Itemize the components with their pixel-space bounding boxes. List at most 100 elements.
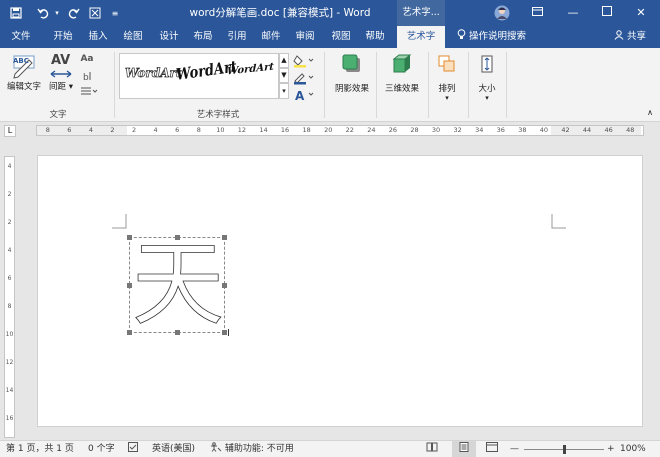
zoom-level[interactable]: 100% [620, 441, 646, 457]
resize-handle[interactable] [222, 330, 227, 335]
avatar[interactable] [492, 0, 512, 26]
vertical-text-icon: b [83, 72, 91, 83]
save-icon[interactable] [6, 0, 26, 26]
vertical-ruler[interactable]: 4 2 2 4 6 8 10 12 14 16 [4, 156, 15, 438]
text-effects-icon: A [295, 89, 314, 103]
ribbon-separator [506, 52, 507, 118]
proofing-icon[interactable] [128, 441, 138, 457]
shadow-effect-button[interactable]: 阴影效果 [330, 52, 374, 94]
svg-text:天: 天 [132, 238, 224, 334]
tab-home[interactable]: 开始 [46, 26, 80, 48]
resize-handle[interactable] [175, 235, 180, 240]
gallery-more-icon[interactable]: ▾ [279, 83, 289, 99]
maximize-icon[interactable] [590, 0, 624, 26]
undo-icon[interactable] [33, 0, 53, 26]
document-page[interactable]: 天 [37, 155, 643, 427]
tab-file[interactable]: 文件 [4, 26, 38, 48]
shape-fill-button[interactable] [293, 54, 315, 71]
zoom-slider-thumb[interactable] [563, 445, 566, 454]
arrange-button[interactable]: 排列 ▾ [432, 52, 462, 102]
ribbon-tabs: 文件 开始 插入 绘图 设计 布局 引用 邮件 审阅 视图 帮助 艺术字 操作说… [0, 26, 660, 48]
wordart-style-outline[interactable]: WordArt [125, 66, 182, 81]
close-icon[interactable]: ✕ [624, 0, 658, 26]
accessibility-status[interactable]: 辅助功能: 不可用 [210, 441, 294, 457]
ruler-margin-left [37, 126, 127, 135]
tab-design[interactable]: 设计 [152, 26, 186, 48]
tab-view[interactable]: 视图 [324, 26, 358, 48]
status-bar: 第 1 页，共 1 页 0 个字 英语(美国) 辅助功能: 不可用 — + 10… [0, 440, 660, 457]
pen-icon [294, 73, 314, 85]
resize-handle[interactable] [175, 330, 180, 335]
text-effects-button[interactable]: A [293, 88, 315, 105]
format-painter-icon[interactable] [86, 0, 104, 26]
tab-mailings[interactable]: 邮件 [254, 26, 288, 48]
align-text-button[interactable] [78, 86, 100, 99]
ruler-area: L 8 6 4 2 2 4 6 8 10 12 14 16 18 20 22 24 26 28 30 32 34 36 38… [0, 122, 660, 140]
ruler-label: 6 [7, 275, 12, 282]
gallery-up-icon[interactable]: ▲ [279, 53, 289, 68]
tab-layout[interactable]: 布局 [186, 26, 220, 48]
size-button[interactable]: 大小 ▾ [472, 52, 502, 102]
ruler-label: 24 [367, 126, 376, 134]
tab-selector-icon[interactable]: L [4, 125, 16, 137]
3d-label: 三维效果 [384, 84, 419, 94]
tab-help[interactable]: 帮助 [358, 26, 392, 48]
ruler-label: 22 [345, 126, 354, 134]
word-count[interactable]: 0 个字 [88, 441, 115, 457]
ribbon-panel: ABC 编辑文字 AV 间距 ▾ Aa b 文字 WordArt WordArt… [0, 48, 660, 122]
spacing-label: 间距 ▾ [49, 82, 73, 92]
vertical-text-button[interactable]: b [78, 70, 96, 85]
web-layout-icon[interactable] [486, 441, 498, 457]
arrange-icon [432, 52, 462, 76]
chevron-down-icon: ▾ [445, 94, 449, 102]
resize-handle[interactable] [127, 330, 132, 335]
resize-handle[interactable] [222, 283, 227, 288]
zoom-out-button[interactable]: — [510, 441, 519, 457]
share-button[interactable]: 共享 [606, 26, 654, 48]
collapse-ribbon-icon[interactable]: ∧ [644, 108, 656, 117]
ruler-label: 32 [453, 126, 462, 134]
horizontal-ruler[interactable]: 8 6 4 2 2 4 6 8 10 12 14 16 18 20 22 24 26 28 30 32 34 36 38 40… [36, 125, 644, 136]
tab-review[interactable]: 审阅 [288, 26, 322, 48]
ruler-label: 16 [5, 415, 14, 422]
spacing-button[interactable]: AV 间距 ▾ [46, 52, 76, 92]
minimize-icon[interactable]: — [556, 0, 590, 26]
redo-icon[interactable] [64, 0, 84, 26]
page-count[interactable]: 第 1 页，共 1 页 [6, 441, 74, 457]
resize-handle[interactable] [127, 235, 132, 240]
resize-handle[interactable] [127, 283, 132, 288]
edit-text-button[interactable]: ABC 编辑文字 [4, 52, 44, 92]
arrange-label: 排列 [432, 82, 462, 94]
tell-me-search[interactable]: 操作说明搜索 [457, 26, 547, 48]
ruler-label: 20 [324, 126, 333, 134]
tab-references[interactable]: 引用 [220, 26, 254, 48]
ruler-label: 2 [7, 219, 12, 226]
ruler-label: 14 [259, 126, 268, 134]
zoom-slider[interactable] [524, 445, 604, 454]
ribbon-separator [376, 52, 377, 118]
tab-draw[interactable]: 绘图 [116, 26, 150, 48]
ruler-label: 8 [196, 126, 201, 134]
3d-effect-button[interactable]: 三维效果 [380, 52, 424, 94]
edit-text-icon: ABC [4, 52, 44, 80]
ribbon-display-icon[interactable] [520, 0, 554, 26]
ruler-label: 4 [7, 247, 12, 254]
tab-insert[interactable]: 插入 [81, 26, 115, 48]
gallery-down-icon[interactable]: ▼ [279, 68, 289, 83]
tab-wordart[interactable]: 艺术字 [397, 26, 445, 48]
same-height-button[interactable]: Aa [78, 54, 96, 64]
read-mode-icon[interactable] [426, 441, 438, 457]
undo-dropdown-icon[interactable]: ▾ [52, 0, 62, 26]
wordart-object[interactable]: 天 [127, 235, 227, 335]
ruler-label: 28 [410, 126, 419, 134]
print-layout-icon[interactable] [452, 441, 476, 457]
language-indicator[interactable]: 英语(美国) [152, 441, 195, 457]
accessibility-icon [210, 442, 225, 454]
customize-icon[interactable]: ≡ [108, 0, 122, 26]
ruler-label: 4 [153, 126, 158, 134]
zoom-in-button[interactable]: + [607, 441, 615, 457]
shape-outline-button[interactable] [293, 71, 315, 88]
3d-icon [380, 52, 424, 76]
ruler-label: 38 [518, 126, 527, 134]
resize-handle[interactable] [222, 235, 227, 240]
